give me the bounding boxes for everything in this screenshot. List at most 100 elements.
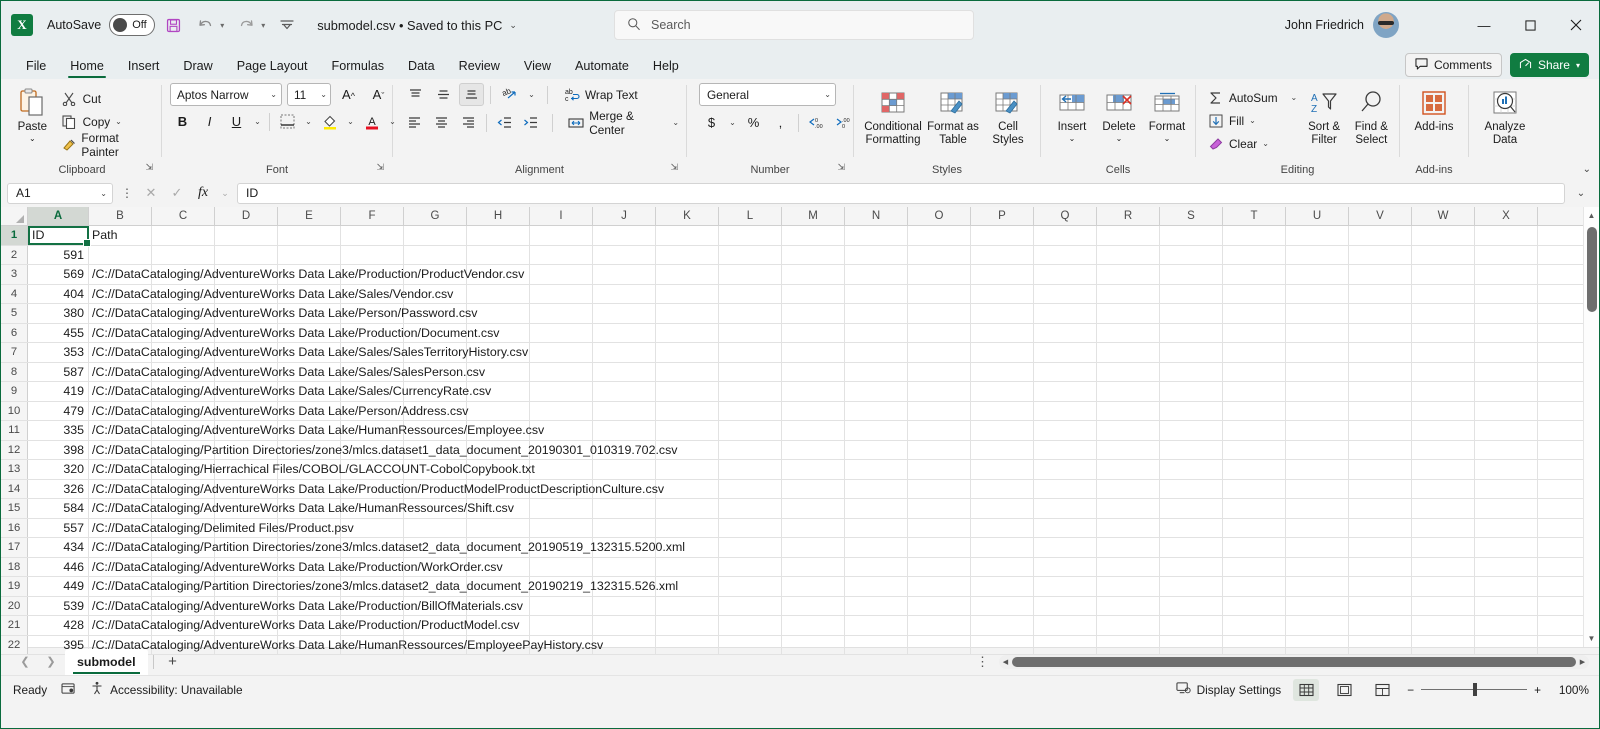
row-header-6[interactable]: 6 [1,324,28,343]
cell-P10[interactable] [971,402,1034,421]
column-header-p[interactable]: P [971,207,1034,225]
cell-T4[interactable] [1223,285,1286,304]
cell-R18[interactable] [1097,558,1160,577]
cell-W15[interactable] [1412,499,1475,518]
cell-B8[interactable]: /C://DataCataloging/AdventureWorks Data … [89,363,152,382]
cell-B6[interactable]: /C://DataCataloging/AdventureWorks Data … [89,324,152,343]
cell-A5[interactable]: 380 [28,304,89,323]
cell-V14[interactable] [1349,480,1412,499]
cell-L20[interactable] [719,597,782,616]
cell-I10[interactable] [530,402,593,421]
cell-U17[interactable] [1286,538,1349,557]
cell-N13[interactable] [845,460,908,479]
align-middle-button[interactable] [431,83,456,106]
cell-U3[interactable] [1286,265,1349,284]
cell-O4[interactable] [908,285,971,304]
cell-M7[interactable] [782,343,845,362]
percent-button[interactable]: % [741,111,766,134]
cell-Q2[interactable] [1034,246,1097,265]
cell-M19[interactable] [782,577,845,596]
increase-decimal-button[interactable]: 0.00 [804,111,829,134]
maximize-button[interactable] [1507,1,1553,49]
cell-L18[interactable] [719,558,782,577]
cell-M4[interactable] [782,285,845,304]
cell-W1[interactable] [1412,226,1475,245]
page-layout-view-button[interactable] [1331,679,1357,701]
cell-V20[interactable] [1349,597,1412,616]
cell-I1[interactable] [530,226,593,245]
cell-N17[interactable] [845,538,908,557]
cell-K20[interactable] [656,597,719,616]
align-center-button[interactable] [430,111,454,134]
cell-W19[interactable] [1412,577,1475,596]
autosave-toggle[interactable]: Off [109,14,155,36]
italic-button[interactable]: I [197,110,222,133]
cell-N5[interactable] [845,304,908,323]
format-painter-button[interactable]: Format Painter [58,133,157,156]
cell-T11[interactable] [1223,421,1286,440]
addins-button[interactable]: Add-ins [1408,83,1460,134]
cell-L16[interactable] [719,519,782,538]
cell-U22[interactable] [1286,636,1349,655]
cell-M11[interactable] [782,421,845,440]
cell-S5[interactable] [1160,304,1223,323]
cell-H4[interactable] [467,285,530,304]
cell-S13[interactable] [1160,460,1223,479]
cell-T1[interactable] [1223,226,1286,245]
cell-X2[interactable] [1475,246,1538,265]
cell-R2[interactable] [1097,246,1160,265]
insert-cells-button[interactable]: Insert ⌄ [1049,83,1095,143]
row-header-16[interactable]: 16 [1,519,28,538]
cell-A17[interactable]: 434 [28,538,89,557]
cell-X14[interactable] [1475,480,1538,499]
cell-L4[interactable] [719,285,782,304]
cell-M5[interactable] [782,304,845,323]
ribbon-tab-home[interactable]: Home [59,57,115,79]
collapse-ribbon-icon[interactable]: ⌄ [1583,164,1591,175]
cell-P4[interactable] [971,285,1034,304]
column-header-f[interactable]: F [341,207,404,225]
cell-P3[interactable] [971,265,1034,284]
cell-B2[interactable] [89,246,152,265]
clear-button[interactable]: Clear ⌄ [1204,132,1300,155]
search-box[interactable]: Search [614,10,974,40]
cell-V1[interactable] [1349,226,1412,245]
delete-cells-button[interactable]: Delete ⌄ [1095,83,1143,143]
cell-Q10[interactable] [1034,402,1097,421]
cell-B10[interactable]: /C://DataCataloging/AdventureWorks Data … [89,402,152,421]
cell-P8[interactable] [971,363,1034,382]
cell-R21[interactable] [1097,616,1160,635]
search-input[interactable]: Search [651,18,691,32]
cell-S11[interactable] [1160,421,1223,440]
cell-J1[interactable] [593,226,656,245]
cell-W5[interactable] [1412,304,1475,323]
cell-Q21[interactable] [1034,616,1097,635]
cell-X5[interactable] [1475,304,1538,323]
cell-L19[interactable] [719,577,782,596]
cell-Q18[interactable] [1034,558,1097,577]
undo-dropdown-icon[interactable]: ▾ [216,21,228,30]
cell-Q3[interactable] [1034,265,1097,284]
cell-U2[interactable] [1286,246,1349,265]
cell-R17[interactable] [1097,538,1160,557]
cell-Q15[interactable] [1034,499,1097,518]
cell-J6[interactable] [593,324,656,343]
cell-R3[interactable] [1097,265,1160,284]
cell-D1[interactable] [215,226,278,245]
cell-P2[interactable] [971,246,1034,265]
column-header-q[interactable]: Q [1034,207,1097,225]
cell-S19[interactable] [1160,577,1223,596]
zoom-in-button[interactable]: + [1534,683,1541,697]
scroll-down-arrow-icon[interactable]: ▼ [1584,630,1599,647]
record-macro-icon[interactable] [61,682,76,698]
cell-J16[interactable] [593,519,656,538]
column-header-c[interactable]: C [152,207,215,225]
align-left-button[interactable] [403,111,427,134]
cell-E2[interactable] [278,246,341,265]
column-header-e[interactable]: E [278,207,341,225]
cell-N2[interactable] [845,246,908,265]
comma-style-button[interactable]: ‚ [768,111,793,134]
cell-R20[interactable] [1097,597,1160,616]
horizontal-scrollbar[interactable]: ◀ ▶ [999,655,1589,669]
increase-indent-button[interactable] [520,111,544,134]
